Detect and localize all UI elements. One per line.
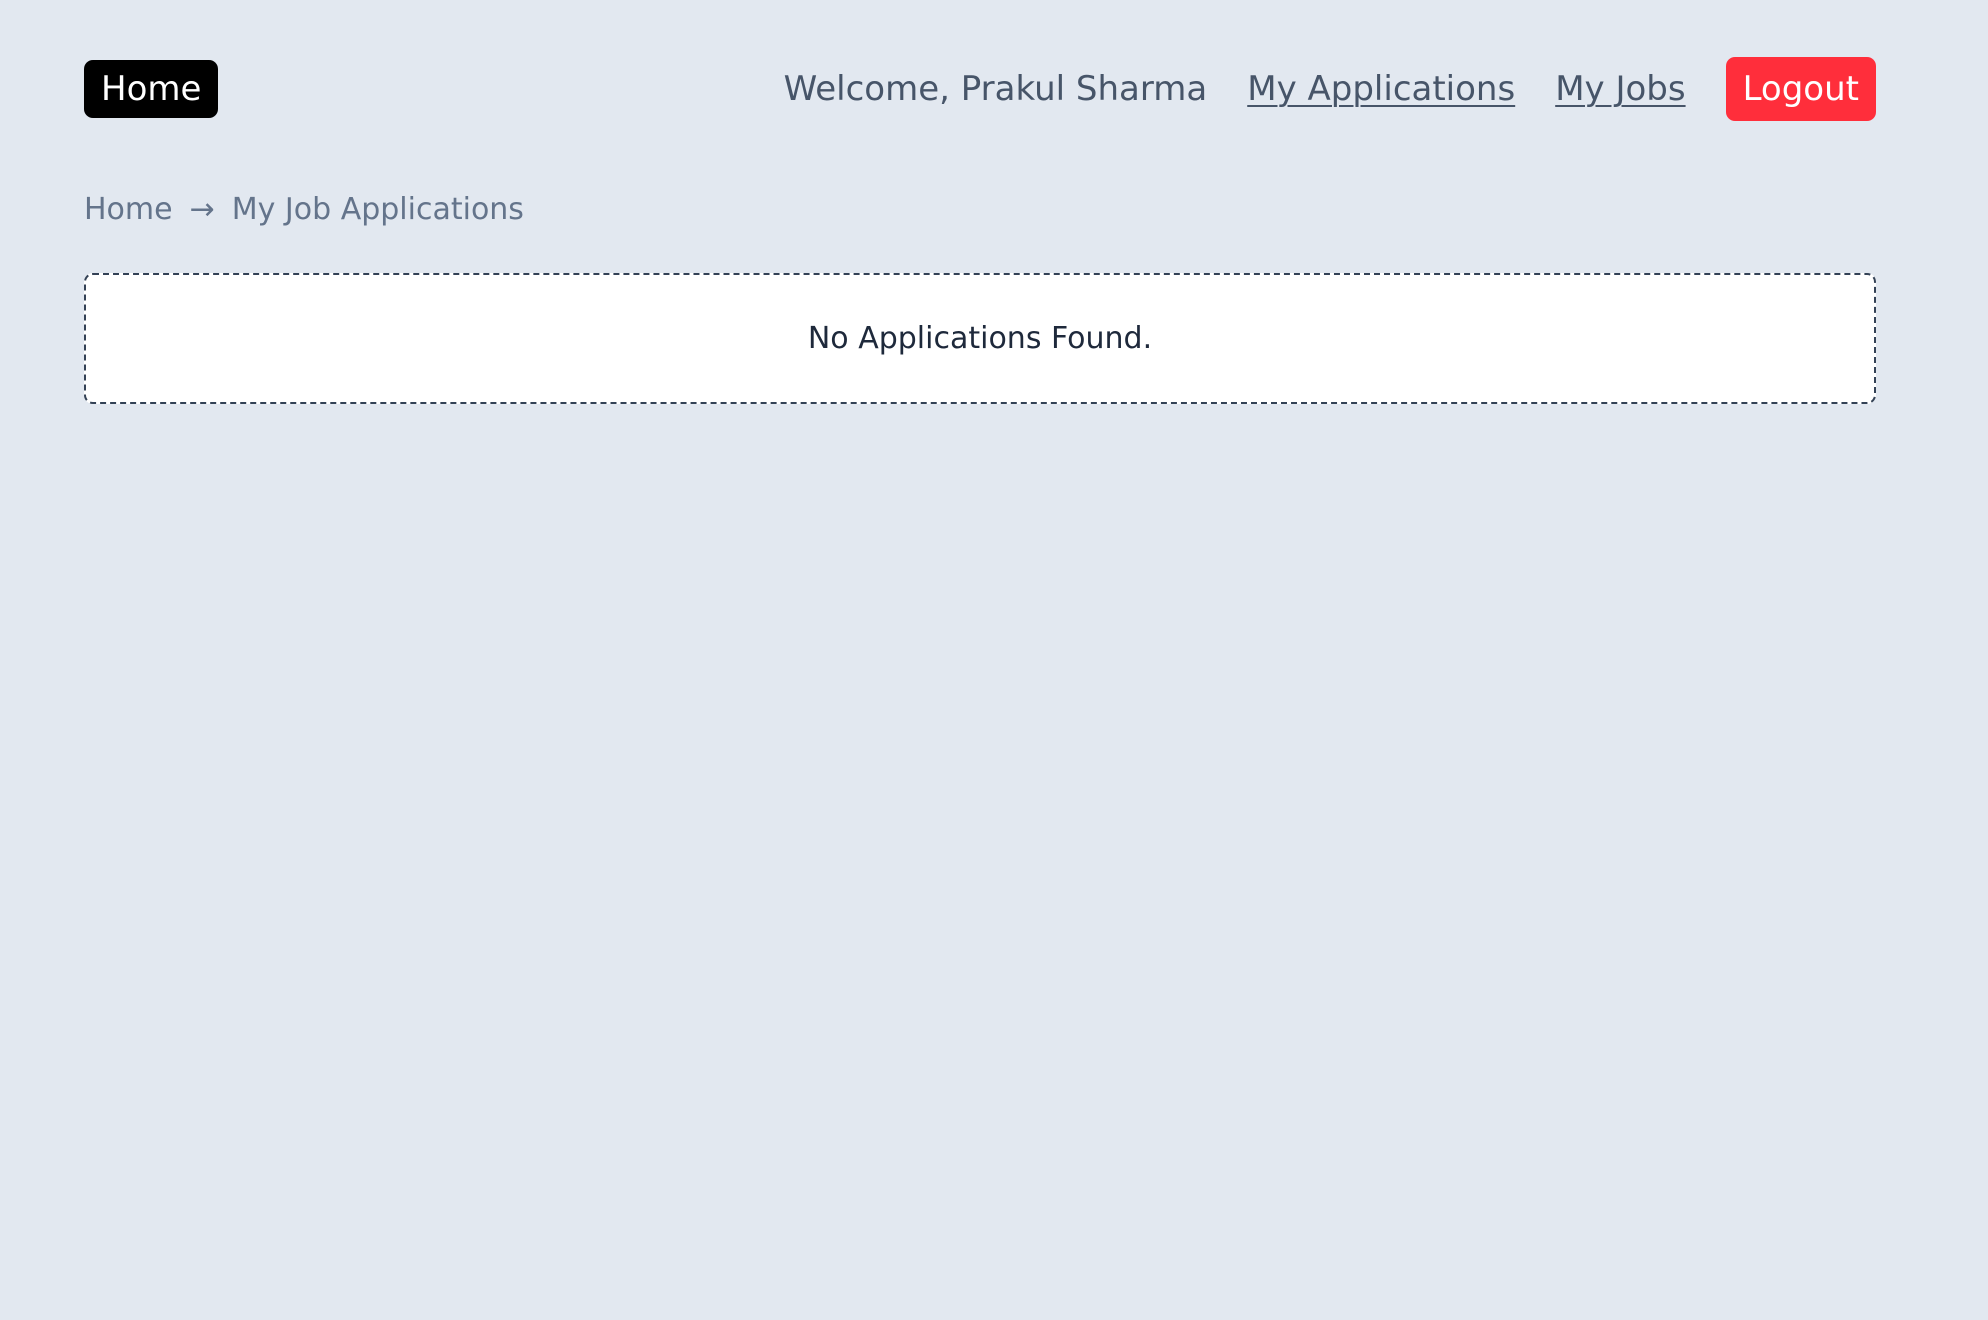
my-jobs-link[interactable]: My Jobs — [1555, 69, 1685, 109]
breadcrumb-home-link[interactable]: Home — [84, 192, 173, 227]
empty-state-box: No Applications Found. — [84, 273, 1876, 404]
welcome-text: Welcome, Prakul Sharma — [783, 69, 1208, 109]
breadcrumb-current: My Job Applications — [231, 191, 524, 227]
breadcrumb: Home → My Job Applications — [84, 183, 524, 235]
breadcrumb-arrow-icon: → — [189, 191, 215, 227]
top-navbar: Home Welcome, Prakul Sharma My Applicati… — [84, 57, 1876, 121]
nav-right-group: Welcome, Prakul Sharma My Applications M… — [784, 57, 1876, 121]
logout-button[interactable]: Logout — [1725, 57, 1876, 121]
my-applications-link[interactable]: My Applications — [1247, 69, 1515, 109]
empty-state-message: No Applications Found. — [807, 321, 1153, 356]
home-button[interactable]: Home — [84, 60, 219, 118]
